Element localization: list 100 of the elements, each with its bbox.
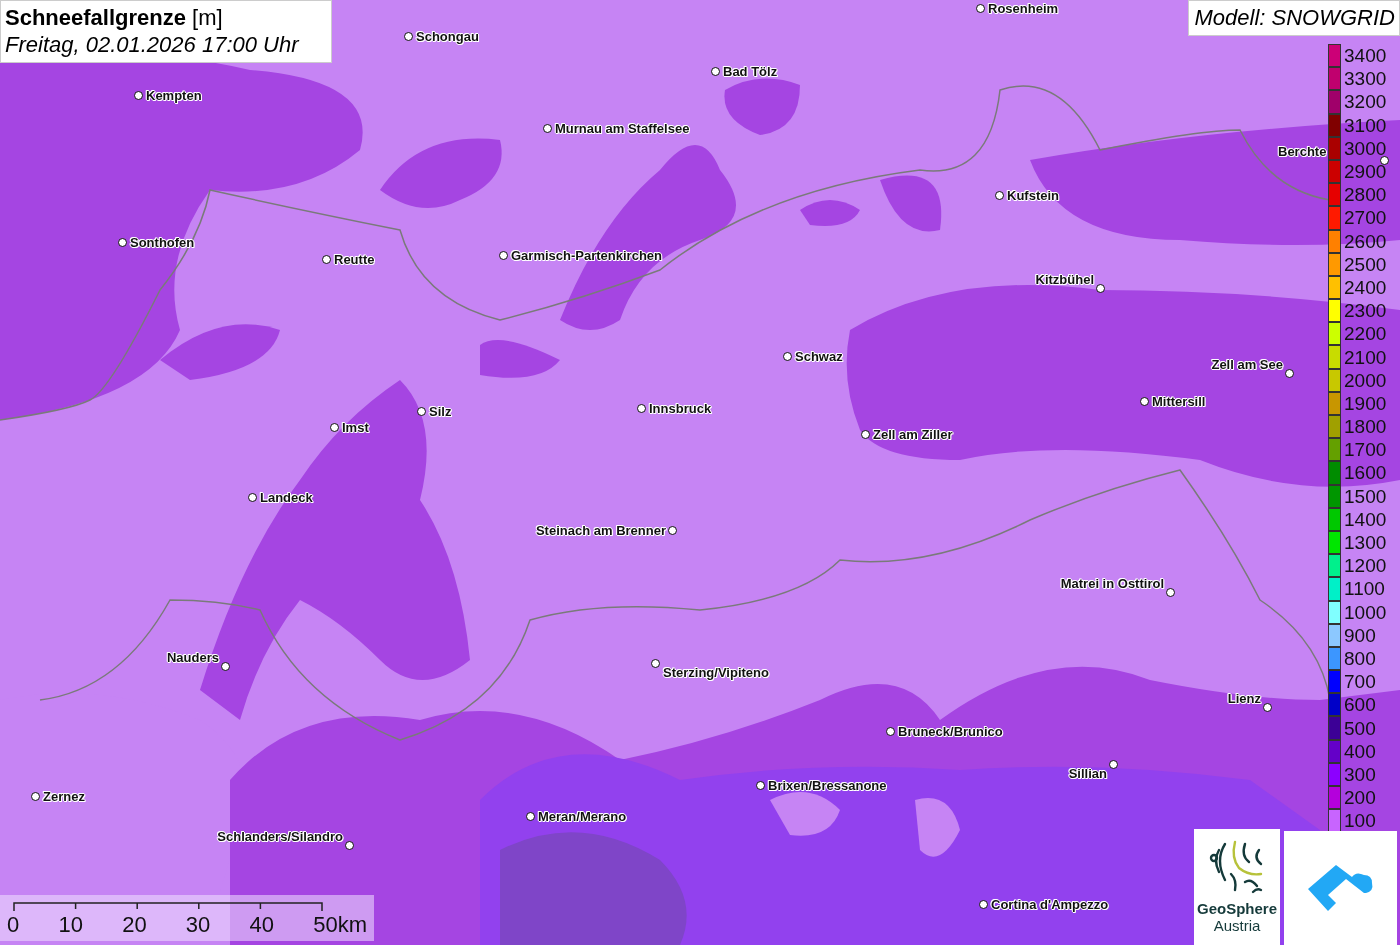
city-marker xyxy=(886,727,895,736)
logo-name: GeoSphere xyxy=(1197,900,1277,917)
legend-label: 1500 xyxy=(1344,484,1387,508)
city-marker xyxy=(526,812,535,821)
city-label: Zell am Ziller xyxy=(873,426,953,444)
city-marker xyxy=(1140,397,1149,406)
legend-label: 1700 xyxy=(1344,438,1387,462)
city-marker xyxy=(711,67,720,76)
city-label: Silz xyxy=(429,403,452,421)
city-label: Rosenheim xyxy=(988,0,1059,18)
scale-label: 10 xyxy=(58,912,83,938)
legend-label: 1300 xyxy=(1344,531,1387,555)
legend-label: 1000 xyxy=(1344,600,1387,624)
city-label: Reutte xyxy=(334,251,375,269)
city-label: Garmisch-Partenkirchen xyxy=(511,247,662,265)
legend-label: 800 xyxy=(1344,646,1376,670)
legend-label: 3200 xyxy=(1344,90,1387,114)
city-label: Berchte xyxy=(1278,143,1327,161)
legend-label: 1900 xyxy=(1344,391,1387,415)
city-label: Sillian xyxy=(1068,765,1107,783)
city-label: Cortina d'Ampezzo xyxy=(991,896,1109,914)
city-marker xyxy=(651,659,660,668)
city-marker xyxy=(1285,369,1294,378)
city-marker xyxy=(783,352,792,361)
legend-label: 600 xyxy=(1344,693,1376,717)
city-marker xyxy=(134,91,143,100)
model-label: Modell: SNOWGRID xyxy=(1187,0,1400,36)
city-marker xyxy=(1166,588,1175,597)
scale-label: 30 xyxy=(185,912,211,938)
city-marker xyxy=(248,493,257,502)
map-date: Freitag, 02.01.2026 17:00 Uhr xyxy=(5,31,301,58)
legend-label: 2900 xyxy=(1344,160,1387,184)
city-marker xyxy=(976,4,985,13)
city-label: Bruneck/Brunico xyxy=(898,723,1003,741)
city-label: Schongau xyxy=(416,28,479,46)
legend-label: 100 xyxy=(1344,809,1376,833)
legend-label: 2700 xyxy=(1344,206,1387,230)
legend-label: 2200 xyxy=(1344,322,1387,346)
city-label: Schwaz xyxy=(795,348,843,366)
city-marker xyxy=(543,124,552,133)
city-marker xyxy=(1380,156,1389,165)
city-marker xyxy=(861,430,870,439)
city-label: Brixen/Bressanone xyxy=(768,777,887,795)
legend-label: 300 xyxy=(1344,762,1376,786)
city-marker xyxy=(221,662,230,671)
city-label: Murnau am Staffelsee xyxy=(555,120,690,138)
city-label: Imst xyxy=(342,419,369,437)
city-marker xyxy=(637,404,646,413)
legend-label: 2500 xyxy=(1344,252,1387,276)
legend-label: 3300 xyxy=(1344,67,1387,91)
legend-label: 200 xyxy=(1344,786,1376,810)
logo-subname: Austria xyxy=(1213,917,1261,934)
legend-label: 3400 xyxy=(1344,44,1387,68)
city-label: Kempten xyxy=(146,87,202,105)
legend-label: 2300 xyxy=(1344,299,1387,323)
city-label: Kitzbühel xyxy=(1035,271,1094,289)
scale-label: 50km xyxy=(313,912,367,938)
city-marker xyxy=(1109,760,1118,769)
city-label: Kufstein xyxy=(1007,187,1059,205)
city-label: Lienz xyxy=(1227,690,1261,708)
legend-label: 1600 xyxy=(1344,461,1387,485)
map-title: Schneefallgrenze [m] xyxy=(5,4,224,31)
city-marker xyxy=(756,781,765,790)
city-marker xyxy=(345,841,354,850)
city-marker xyxy=(995,191,1004,200)
legend-label: 1400 xyxy=(1344,507,1387,531)
legend-label: 2400 xyxy=(1344,275,1387,299)
legend-label: 900 xyxy=(1344,623,1376,647)
legend-label: 2800 xyxy=(1344,183,1387,207)
city-label: Schlanders/Silandro xyxy=(217,828,343,846)
city-marker xyxy=(417,407,426,416)
legend-label: 1200 xyxy=(1344,554,1387,578)
scale-label: 20 xyxy=(122,912,147,938)
scale-label: 0 xyxy=(7,912,20,938)
legend-label: 3100 xyxy=(1344,113,1387,137)
city-marker xyxy=(499,251,508,260)
legend-label: 1100 xyxy=(1344,577,1385,601)
city-label: Bad Tölz xyxy=(723,63,778,81)
city-marker xyxy=(322,255,331,264)
legend-label: 2600 xyxy=(1344,229,1387,253)
legend-label: 500 xyxy=(1344,716,1376,740)
city-marker xyxy=(979,900,988,909)
legend-label: 2100 xyxy=(1344,345,1387,369)
city-marker xyxy=(1096,284,1105,293)
legend-label: 2000 xyxy=(1344,368,1387,392)
contour-lines-icon xyxy=(1209,840,1265,894)
city-marker xyxy=(330,423,339,432)
legend-label: 1800 xyxy=(1344,415,1387,439)
city-label: Meran/Merano xyxy=(538,808,627,826)
city-label: Landeck xyxy=(260,489,313,507)
city-label: Nauders xyxy=(166,649,219,667)
legend-label: 400 xyxy=(1344,739,1376,763)
city-label: Zell am See xyxy=(1211,356,1283,374)
city-label: Sterzing/Vipiteno xyxy=(663,664,769,682)
city-label: Mittersill xyxy=(1152,393,1206,411)
city-marker xyxy=(668,526,677,535)
city-marker xyxy=(118,238,127,247)
scale-label: 40 xyxy=(249,912,274,938)
city-label: Innsbruck xyxy=(649,400,712,418)
city-label: Steinach am Brenner xyxy=(535,522,666,540)
